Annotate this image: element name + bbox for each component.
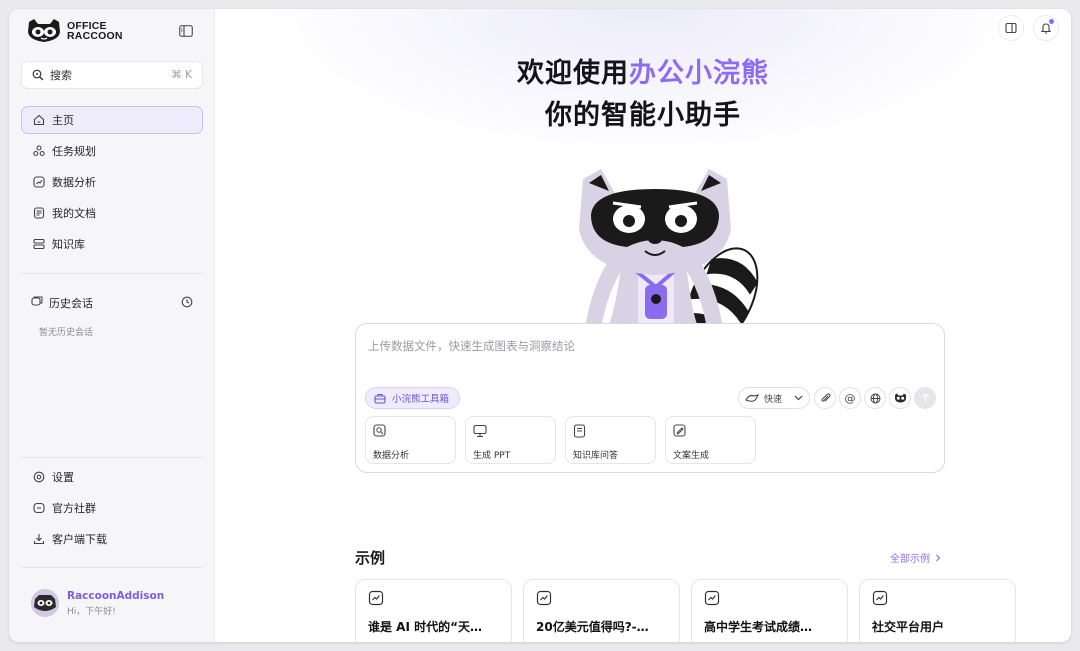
knowledge-base-icon bbox=[32, 237, 46, 251]
sidebar-divider bbox=[21, 273, 203, 274]
attach-button[interactable] bbox=[814, 387, 836, 409]
search-button[interactable]: 搜索 ⌘ K bbox=[21, 61, 203, 89]
sidebar-divider bbox=[21, 567, 203, 568]
sidebar-item-knowledge-base[interactable]: 知识库 bbox=[21, 230, 203, 258]
notification-button[interactable] bbox=[1033, 15, 1059, 41]
sidebar: OFFICE RACCOON 搜索 ⌘ K 主页 任务规划 数据分析 我的文档 … bbox=[9, 9, 215, 642]
at-icon: @ bbox=[844, 391, 856, 405]
sidebar-divider bbox=[21, 457, 203, 458]
example-card[interactable]: 20亿美元值得吗?-… bbox=[523, 579, 680, 642]
mode-select[interactable]: 快速 bbox=[738, 387, 810, 409]
brand-name: OFFICE RACCOON bbox=[67, 20, 123, 42]
paperclip-icon bbox=[821, 393, 830, 402]
all-examples-link[interactable]: 全部示例 bbox=[890, 550, 943, 565]
main-content: 欢迎使用办公小浣熊 你的智能小助手 上传数据文件，快速生成图表与洞察结论 小浣熊… bbox=[215, 9, 1071, 642]
data-analysis-icon bbox=[32, 175, 46, 189]
task-plan-icon bbox=[32, 144, 46, 158]
quick-action-generate-ppt[interactable]: 生成 PPT bbox=[465, 416, 556, 464]
example-card[interactable]: 社交平台用户 bbox=[859, 579, 1016, 642]
raccoon-agent-button[interactable] bbox=[889, 387, 911, 409]
chart-doc-icon bbox=[704, 590, 720, 606]
history-clock-icon[interactable] bbox=[181, 296, 193, 311]
search-shortcut: ⌘ K bbox=[171, 69, 192, 81]
globe-icon bbox=[870, 393, 880, 403]
sidebar-item-settings[interactable]: 设置 bbox=[21, 463, 203, 491]
sidebar-item-my-docs[interactable]: 我的文档 bbox=[21, 199, 203, 227]
chart-doc-icon bbox=[872, 590, 888, 606]
chevron-down-icon bbox=[794, 395, 803, 401]
bottom-nav: 设置 官方社群 客户端下载 bbox=[21, 463, 203, 556]
main-nav: 主页 任务规划 数据分析 我的文档 知识库 bbox=[21, 106, 203, 261]
brand[interactable]: OFFICE RACCOON bbox=[26, 18, 123, 44]
examples-title: 示例 bbox=[355, 549, 386, 567]
data-analysis-icon bbox=[373, 424, 386, 437]
copywriting-icon bbox=[673, 424, 686, 437]
mention-button[interactable]: @ bbox=[839, 387, 861, 409]
raccoon-icon bbox=[894, 393, 906, 403]
user-name: RaccoonAddison bbox=[67, 589, 165, 602]
history-chat-icon bbox=[31, 296, 43, 311]
settings-icon bbox=[32, 470, 46, 484]
notification-dot bbox=[1049, 19, 1054, 24]
speed-icon bbox=[745, 394, 759, 402]
send-button[interactable] bbox=[914, 387, 936, 409]
history-section-header[interactable]: 历史会话 bbox=[21, 289, 203, 317]
hero-title-line1: 欢迎使用办公小浣熊 bbox=[517, 58, 769, 89]
search-label: 搜索 bbox=[50, 69, 72, 82]
sidebar-collapse-button[interactable] bbox=[177, 22, 195, 40]
quick-action-knowledge-qa[interactable]: 知识库问答 bbox=[565, 416, 656, 464]
raccoon-mascot-illustration bbox=[579, 169, 759, 339]
quick-action-copywriting[interactable]: 文案生成 bbox=[665, 416, 756, 464]
user-greeting: Hi，下午好! bbox=[67, 606, 116, 617]
sidebar-item-home[interactable]: 主页 bbox=[21, 106, 203, 134]
download-icon bbox=[32, 532, 46, 546]
toolbox-icon bbox=[374, 393, 386, 404]
sidebar-item-community[interactable]: 官方社群 bbox=[21, 494, 203, 522]
document-icon bbox=[32, 206, 46, 220]
sidebar-item-download[interactable]: 客户端下载 bbox=[21, 525, 203, 553]
sidebar-toggle-icon bbox=[179, 25, 193, 37]
example-card[interactable]: 高中学生考试成绩… bbox=[691, 579, 848, 642]
example-card[interactable]: 谁是 AI 时代的“天… bbox=[355, 579, 512, 642]
web-search-button[interactable] bbox=[864, 387, 886, 409]
chat-input[interactable]: 上传数据文件，快速生成图表与洞察结论 bbox=[368, 338, 575, 354]
layout-toggle-button[interactable] bbox=[998, 15, 1024, 41]
quick-action-data-analysis[interactable]: 数据分析 bbox=[365, 416, 456, 464]
home-icon bbox=[32, 113, 46, 127]
arrow-up-icon bbox=[921, 393, 929, 402]
hero-title-line2: 你的智能小助手 bbox=[545, 100, 741, 131]
panel-icon bbox=[1005, 22, 1017, 34]
chevron-right-icon bbox=[936, 554, 941, 561]
search-icon bbox=[32, 69, 44, 81]
chart-doc-icon bbox=[368, 590, 384, 606]
sidebar-item-task-plan[interactable]: 任务规划 bbox=[21, 137, 203, 165]
toolbox-button[interactable]: 小浣熊工具箱 bbox=[365, 387, 461, 409]
chat-composer: 上传数据文件，快速生成图表与洞察结论 小浣熊工具箱 快速 @ 数据分析 生成 P… bbox=[355, 323, 945, 473]
community-icon bbox=[32, 501, 46, 515]
raccoon-logo-icon bbox=[28, 19, 60, 42]
ppt-icon bbox=[473, 424, 487, 438]
avatar bbox=[31, 589, 59, 617]
app-window: OFFICE RACCOON 搜索 ⌘ K 主页 任务规划 数据分析 我的文档 … bbox=[9, 9, 1071, 642]
user-profile[interactable]: RaccoonAddison Hi，下午好! bbox=[31, 589, 164, 617]
history-empty-text: 暂无历史会话 bbox=[39, 328, 94, 338]
knowledge-qa-icon bbox=[573, 424, 586, 438]
sidebar-item-data-analysis[interactable]: 数据分析 bbox=[21, 168, 203, 196]
chart-doc-icon bbox=[536, 590, 552, 606]
